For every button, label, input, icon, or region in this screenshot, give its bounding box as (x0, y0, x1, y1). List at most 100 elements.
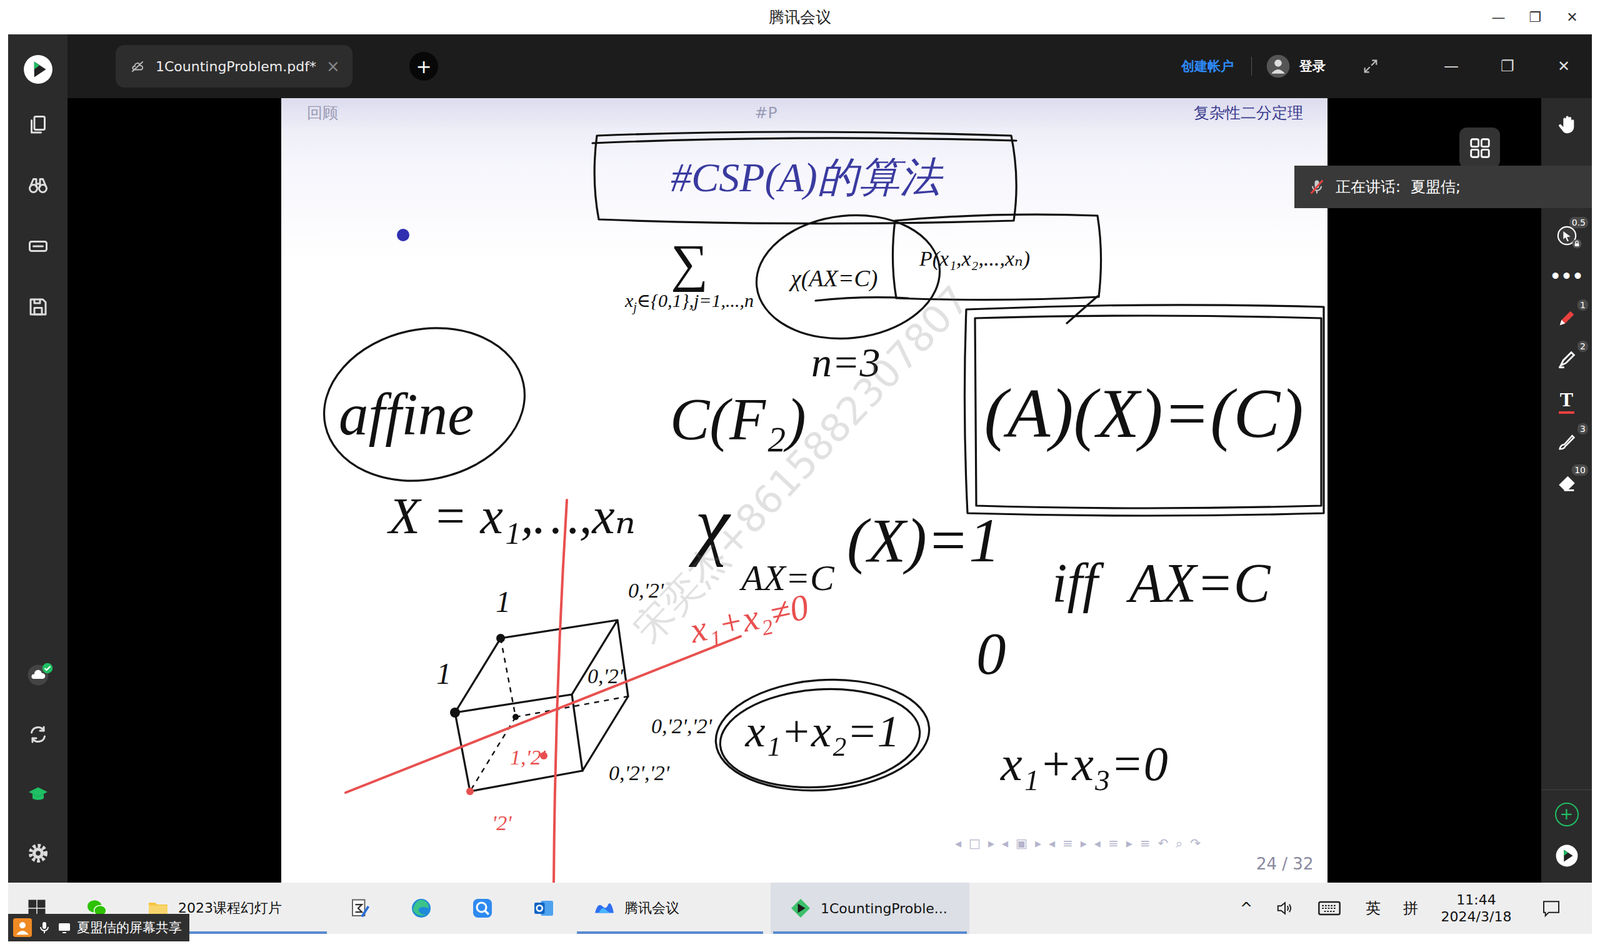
nav-button[interactable]: ≡ (1140, 835, 1151, 851)
sidebar-item[interactable] (8, 155, 68, 216)
ime-button[interactable]: 拼 (1391, 882, 1430, 934)
sum-range: xj∈{0,1},j=1,...,n (625, 289, 754, 315)
nav-button[interactable]: ◂ (1048, 835, 1055, 851)
clock-time: 11:44 (1456, 891, 1496, 909)
handwritten-note: 0 (976, 620, 1007, 689)
window-control-button[interactable]: ❐ (1516, 9, 1554, 25)
tool-badge: 2 (1577, 340, 1589, 352)
nav-button[interactable]: ≡ (1062, 835, 1074, 851)
login-button[interactable]: 登录 (1299, 57, 1326, 75)
synced-check-icon (41, 662, 54, 674)
taskbar-app[interactable] (451, 882, 514, 934)
sidebar-item[interactable] (8, 645, 68, 705)
nav-button[interactable]: ↷ (1190, 835, 1201, 851)
text-icon: T (1558, 387, 1575, 414)
mic-icon[interactable] (36, 920, 52, 935)
tab-close-button[interactable]: × (326, 56, 340, 76)
tab-bar: 1CountingProblem.pdf*× + 创建帐户 登录 —❐✕ (67, 34, 1592, 99)
header-section[interactable]: 回顾 (306, 102, 339, 124)
taskbar-app[interactable]: 1CountingProble... (770, 882, 970, 934)
add-tool[interactable]: + (1541, 793, 1592, 835)
slide-navigation: ◂ □ ▸ ◂ ▣ ▸ ◂ ≡ ▸ ◂ ≡ ▸ ≡ ↶ ⌕ ↷ (955, 835, 1201, 851)
vertex-label: 1,'2' (510, 745, 546, 770)
highlighter-tool[interactable]: 2 (1541, 338, 1592, 380)
swirl-icon (26, 723, 50, 746)
handwritten-note: (A)(X)=(C) (965, 373, 1323, 454)
notification-icon (1541, 898, 1562, 919)
keyboard-icon (1316, 895, 1342, 921)
more-tool[interactable]: ••• (1541, 256, 1592, 298)
document-tab[interactable]: 1CountingProblem.pdf*× (115, 45, 353, 88)
hand-tool[interactable] (1541, 102, 1592, 147)
taskbar-app[interactable] (329, 882, 391, 934)
app-control-button[interactable]: ✕ (1535, 57, 1592, 75)
window-controls: —❐✕ (1480, 9, 1600, 25)
app-control-button[interactable]: — (1423, 57, 1480, 75)
cloud-off-icon (129, 58, 146, 75)
sidebar-item[interactable] (8, 704, 68, 764)
nav-button[interactable]: ◂ (955, 835, 962, 851)
screen-share-icon[interactable] (56, 920, 72, 935)
handwritten-note: affine (338, 380, 474, 449)
app-label: 腾讯会议 (624, 898, 680, 918)
window-control-button[interactable]: — (1480, 9, 1517, 25)
sidebar-item[interactable] (8, 823, 68, 883)
header-section[interactable]: #P (754, 103, 777, 122)
tool-badge: 10 (1571, 464, 1589, 476)
sidebar-item[interactable] (8, 276, 68, 337)
running-indicator (576, 931, 764, 934)
nav-button[interactable]: ◂ (1094, 835, 1101, 851)
notification-button[interactable] (1523, 882, 1580, 934)
window-title: 腾讯会议 (768, 6, 832, 28)
clock[interactable]: 11:442024/3/18 (1429, 882, 1524, 934)
gear-icon (26, 841, 50, 865)
brush-tool[interactable]: 3 (1541, 421, 1592, 463)
volume-button[interactable] (1265, 882, 1305, 934)
nav-button[interactable]: ▸ (1080, 835, 1087, 851)
logo-icon (1555, 843, 1579, 868)
taskbar-app[interactable] (390, 882, 452, 934)
app-control-button[interactable]: ❐ (1479, 57, 1536, 75)
divider (1251, 56, 1252, 76)
tray-expand-button[interactable]: ^ (1226, 882, 1266, 934)
search-icon (471, 896, 494, 920)
create-account-link[interactable]: 创建帐户 (1177, 57, 1238, 75)
nav-button[interactable]: ≡ (1108, 835, 1119, 851)
nav-button[interactable]: ▸ (988, 835, 995, 851)
laser-tool[interactable]: 0.5 (1541, 215, 1592, 257)
layout-button[interactable] (1459, 127, 1500, 169)
nav-button[interactable]: ↶ (1157, 835, 1169, 851)
logo-tool[interactable] (1541, 835, 1592, 877)
eraser-tool[interactable]: 10 (1541, 462, 1592, 504)
nav-button[interactable]: ▣ (1015, 835, 1028, 851)
edge-icon (410, 896, 433, 920)
pen-tool[interactable]: 1 (1541, 297, 1592, 339)
touch-keyboard-button[interactable] (1304, 882, 1355, 934)
handwritten-note: (X)=1 (846, 504, 1000, 577)
highlighter-icon (1556, 348, 1578, 370)
annotation-toolbar: 0.5•••12 T 310 + (1541, 98, 1592, 883)
lock-icon (1571, 238, 1582, 249)
avatar-icon[interactable] (1265, 53, 1291, 79)
sidebar-item[interactable] (8, 44, 68, 95)
new-tab-button[interactable]: + (409, 51, 439, 81)
taskbar-app[interactable] (513, 882, 575, 934)
nav-button[interactable]: ◂ (1001, 835, 1009, 851)
window-control-button[interactable]: ✕ (1553, 9, 1591, 25)
text-tool[interactable]: T (1541, 380, 1592, 422)
nav-button[interactable]: □ (968, 835, 981, 851)
language-button[interactable]: 英 (1354, 882, 1392, 934)
nav-button[interactable]: ⌕ (1175, 835, 1183, 851)
sidebar-item[interactable] (8, 94, 68, 155)
speaking-label: 正在讲话: (1335, 176, 1401, 197)
nav-button[interactable]: ▸ (1126, 835, 1133, 851)
grid-icon (1468, 136, 1492, 160)
fullscreen-icon[interactable] (1361, 57, 1380, 75)
speaker-icon (1275, 898, 1295, 918)
sidebar-item[interactable] (8, 763, 68, 824)
sidebar-item[interactable] (8, 215, 68, 277)
header-section[interactable]: 复杂性二分定理 (1193, 102, 1304, 124)
taskbar-app[interactable]: 腾讯会议 (574, 882, 766, 934)
vertex-label: 0,'2' (628, 578, 664, 603)
nav-button[interactable]: ▸ (1035, 835, 1042, 851)
